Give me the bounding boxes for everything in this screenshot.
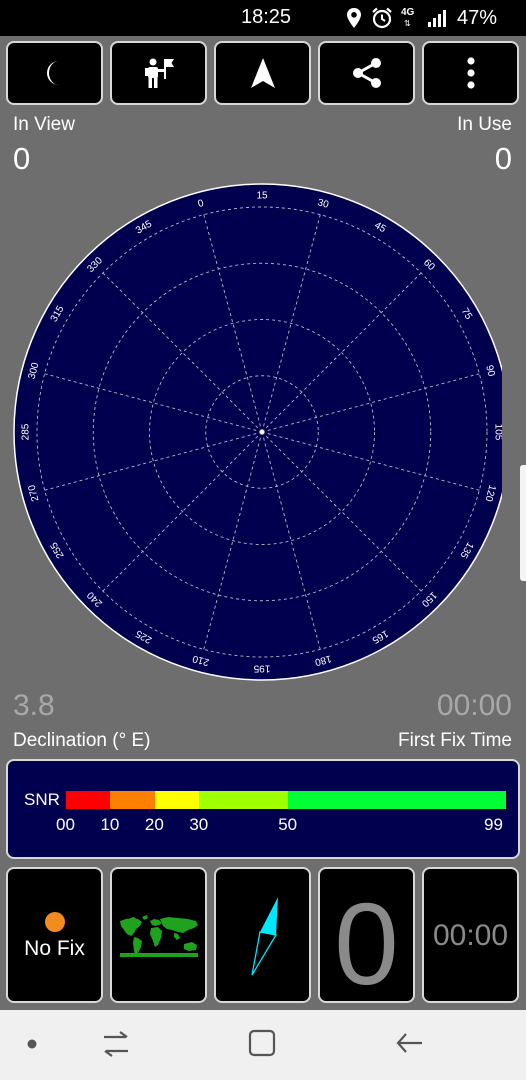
world-map-tile[interactable] bbox=[110, 867, 207, 1003]
in-use-value: 0 bbox=[494, 141, 512, 176]
first-fix-value: 00:00 bbox=[436, 689, 512, 722]
snr-tick-label: 10 bbox=[100, 815, 120, 834]
network-4g-icon: 4G ⇅ bbox=[401, 7, 415, 28]
status-time: 18:25 bbox=[241, 6, 292, 28]
compass-tile[interactable] bbox=[214, 867, 311, 1003]
satellite-count-tile[interactable]: 0 bbox=[318, 867, 415, 1003]
share-button[interactable] bbox=[318, 41, 415, 105]
nav-dot-button[interactable] bbox=[14, 1028, 50, 1064]
world-map-icon bbox=[120, 915, 198, 957]
back-button[interactable] bbox=[388, 1024, 432, 1064]
bearing-label: 105 bbox=[493, 424, 503, 441]
first-fix-label: First Fix Time bbox=[398, 730, 512, 751]
in-view-value: 0 bbox=[13, 141, 31, 176]
navigate-button[interactable] bbox=[214, 41, 311, 105]
fix-status-tile[interactable]: No Fix bbox=[6, 867, 103, 1003]
signal-icon bbox=[428, 10, 446, 27]
moon-icon bbox=[46, 61, 59, 85]
snr-tick-label: 00 bbox=[56, 815, 75, 834]
snr-tick-label: 20 bbox=[144, 815, 164, 834]
fix-time-value: 00:00 bbox=[432, 919, 509, 952]
location-icon bbox=[347, 8, 361, 28]
navigation-bar bbox=[0, 1010, 526, 1080]
fix-status-dot bbox=[45, 912, 65, 932]
share-icon bbox=[352, 58, 381, 88]
navigation-arrow-icon bbox=[250, 58, 275, 88]
status-bar: 18:25 4G ⇅ 47% bbox=[0, 0, 526, 36]
snr-tick-label: 30 bbox=[189, 815, 209, 834]
bearing-label: 15 bbox=[256, 191, 268, 202]
radar-center bbox=[260, 430, 264, 434]
edge-panel-handle[interactable] bbox=[520, 465, 526, 581]
declination-value: 3.8 bbox=[13, 689, 55, 722]
satellite-count-value: 0 bbox=[334, 879, 399, 1003]
fix-time-tile[interactable]: 00:00 bbox=[422, 867, 519, 1003]
in-use-label: In Use bbox=[457, 114, 512, 135]
status-icons: 4G ⇅ 47% bbox=[345, 6, 497, 30]
snr-segment bbox=[199, 791, 289, 809]
dot-icon bbox=[27, 1039, 37, 1049]
snr-color-bar bbox=[66, 791, 506, 809]
snr-segment bbox=[288, 791, 506, 809]
home-button[interactable] bbox=[240, 1024, 284, 1064]
snr-tick-label: 50 bbox=[278, 815, 298, 834]
alarm-icon bbox=[372, 7, 392, 29]
map-person-button[interactable] bbox=[110, 41, 207, 105]
more-vertical-icon bbox=[466, 57, 475, 89]
night-mode-button[interactable] bbox=[6, 41, 103, 105]
person-flag-icon bbox=[144, 58, 174, 88]
snr-segment bbox=[154, 791, 200, 809]
recents-icon bbox=[104, 1031, 128, 1057]
snr-label: SNR bbox=[24, 790, 60, 809]
home-icon bbox=[248, 1029, 276, 1057]
snr-legend: SNR 00 10 20 30 50 99 bbox=[6, 759, 520, 859]
compass-needle-icon bbox=[251, 897, 278, 976]
recents-button[interactable] bbox=[94, 1024, 138, 1064]
fix-status-text: No Fix bbox=[24, 937, 85, 960]
snr-tick-label: 99 bbox=[484, 815, 503, 834]
snr-segment bbox=[110, 791, 155, 809]
bearing-label: 195 bbox=[253, 663, 270, 674]
battery-percent: 47% bbox=[457, 6, 498, 29]
back-arrow-icon bbox=[396, 1033, 422, 1053]
sky-view-radar[interactable]: 0153045607590105120135150165180195210225… bbox=[12, 182, 502, 682]
snr-segment bbox=[66, 791, 111, 809]
more-options-button[interactable] bbox=[422, 41, 519, 105]
bearing-label: 285 bbox=[21, 423, 32, 440]
declination-label: Declination (° E) bbox=[13, 730, 151, 751]
toolbar bbox=[6, 41, 520, 105]
in-view-label: In View bbox=[13, 114, 75, 135]
